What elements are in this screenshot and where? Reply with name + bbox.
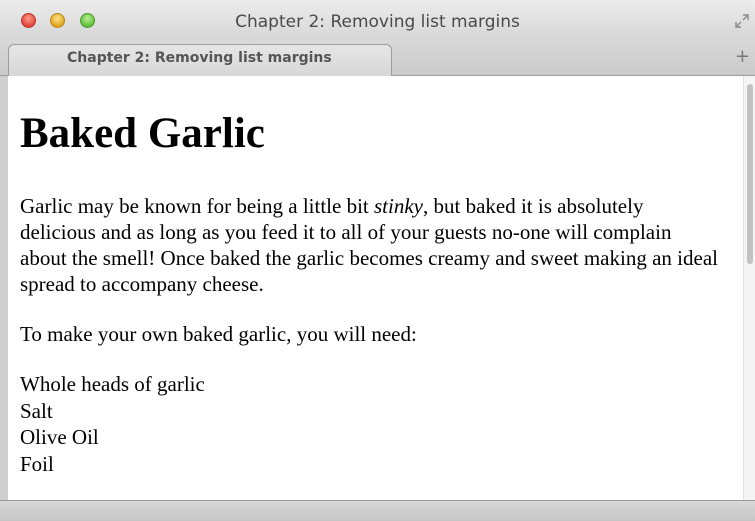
vertical-scrollbar[interactable] (743, 76, 755, 500)
tab-label: Chapter 2: Removing list margins (67, 50, 332, 66)
tab-active[interactable]: Chapter 2: Removing list margins (8, 44, 392, 76)
window-left-edge (0, 76, 8, 500)
title-bar: Chapter 2: Removing list margins (0, 0, 755, 40)
intro-emphasis: stinky (374, 194, 423, 218)
fullscreen-icon[interactable] (735, 14, 749, 28)
intro-paragraph: Garlic may be known for being a little b… (20, 193, 720, 297)
page-heading: Baked Garlic (20, 110, 265, 157)
browser-window: Chapter 2: Removing list margins Chapter… (0, 0, 755, 521)
page-content: Baked Garlic Garlic may be known for bei… (8, 76, 743, 500)
status-bar (0, 500, 755, 521)
list-item: Olive Oil (20, 425, 99, 449)
document-body: Baked Garlic Garlic may be known for bei… (8, 111, 720, 477)
list-item: Whole heads of garlic (20, 372, 205, 396)
window-title: Chapter 2: Removing list margins (235, 12, 520, 32)
intro-text-before: Garlic may be known for being a little b… (20, 194, 374, 218)
list-item: Salt (20, 398, 53, 423)
scrollbar-thumb[interactable] (747, 84, 753, 264)
ingredient-list: Whole heads of garlic Salt Olive Oil Foi… (20, 371, 720, 477)
need-paragraph: To make your own baked garlic, you will … (20, 322, 417, 346)
list-item: Foil (20, 451, 54, 476)
new-tab-button[interactable]: + (735, 48, 750, 66)
tab-bar: Chapter 2: Removing list margins + (0, 40, 755, 76)
